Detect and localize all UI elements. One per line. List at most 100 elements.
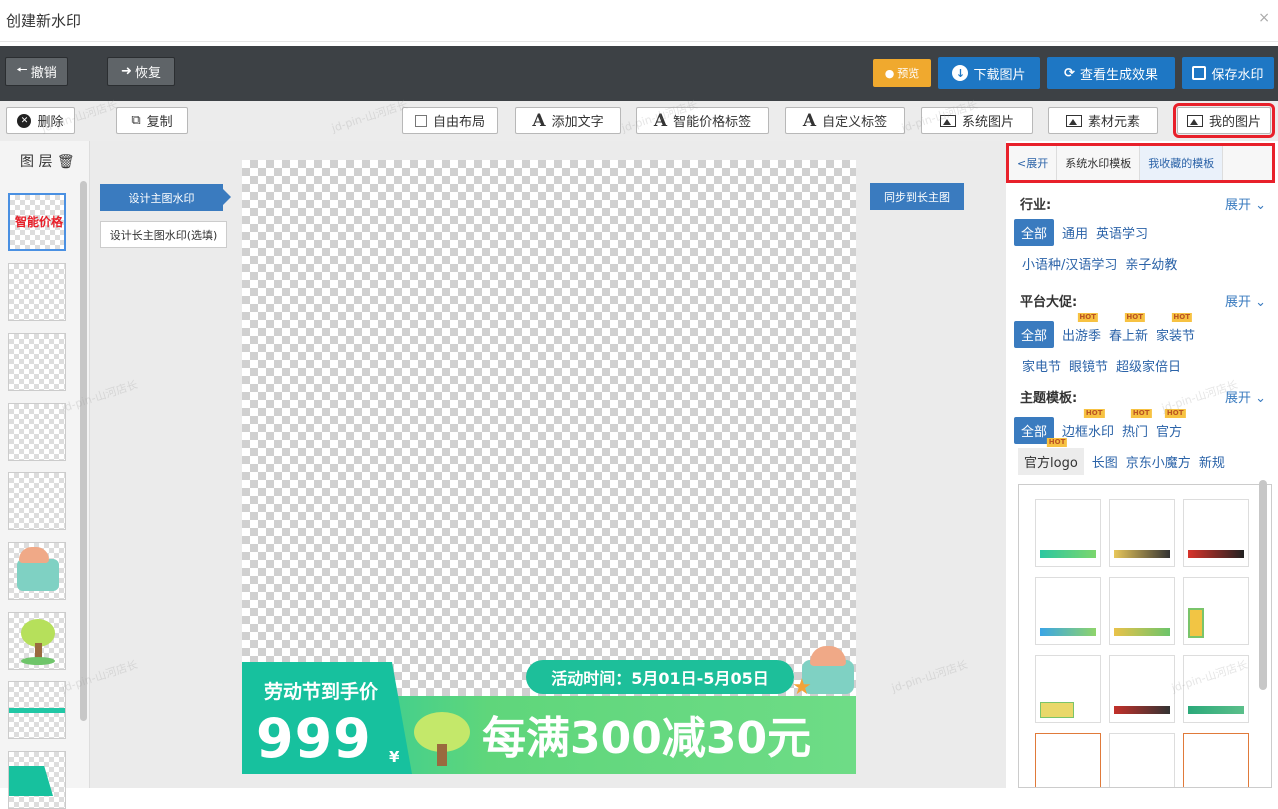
hot-badge: HOT bbox=[1171, 313, 1193, 322]
trash-icon[interactable]: 🗑 bbox=[57, 154, 75, 170]
tree-base bbox=[21, 657, 55, 665]
tag-super-home[interactable]: 超级家倍日 bbox=[1116, 354, 1181, 377]
hat-image bbox=[19, 547, 49, 563]
redo-button[interactable]: ➜ 恢复 bbox=[107, 57, 175, 86]
save-watermark-button[interactable]: 保存水印 bbox=[1182, 57, 1274, 89]
layer-thumb[interactable] bbox=[8, 751, 66, 809]
layers-scrollbar[interactable] bbox=[80, 181, 87, 721]
tag-new-rules[interactable]: 新规 bbox=[1199, 450, 1225, 473]
tab-system-templates[interactable]: 系统水印模板 bbox=[1057, 146, 1141, 180]
system-image-button[interactable]: 系统图片 bbox=[921, 107, 1033, 134]
template-card[interactable] bbox=[1035, 655, 1101, 723]
industry-title: 行业: bbox=[1020, 198, 1052, 213]
tag-early-education[interactable]: 亲子幼教 bbox=[1125, 252, 1177, 275]
promo-tags-row: 全部 出游季 HOT 春上新 HOT 家装节 HOT bbox=[1014, 313, 1195, 348]
tag-spring-label: 春上新 bbox=[1109, 329, 1149, 344]
tag-long-image[interactable]: 长图 bbox=[1092, 450, 1118, 473]
tag-official-logo-label: 官方logo bbox=[1024, 456, 1078, 471]
theme-expand-link[interactable]: 展开 ⌄ bbox=[1225, 387, 1266, 406]
sync-long-image-button[interactable]: 同步到长主图 bbox=[870, 183, 964, 210]
hot-badge: HOT bbox=[1077, 313, 1098, 322]
preview-button[interactable]: ● 预览 bbox=[873, 59, 931, 87]
layer-thumb[interactable] bbox=[8, 542, 66, 600]
tag-minor-language[interactable]: 小语种/汉语学习 bbox=[1022, 252, 1117, 275]
tag-english[interactable]: 英语学习 bbox=[1096, 221, 1148, 244]
design-main-watermark-button[interactable]: 设计主图水印 bbox=[100, 184, 231, 211]
my-image-button[interactable]: 我的图片 bbox=[1173, 103, 1275, 138]
template-strip bbox=[1114, 550, 1170, 558]
text-a-icon: A bbox=[653, 110, 668, 131]
tag-glasses[interactable]: 眼镜节 bbox=[1069, 354, 1108, 377]
promo-expand-link[interactable]: 展开 ⌄ bbox=[1225, 291, 1266, 310]
tab-favorite-templates[interactable]: 我收藏的模板 bbox=[1140, 146, 1224, 180]
layer-thumb[interactable] bbox=[8, 403, 66, 461]
tag-official[interactable]: 官方 HOT bbox=[1156, 409, 1186, 442]
smart-price-tag-button[interactable]: A 智能价格标签 bbox=[636, 107, 769, 134]
expand-label: 展开 bbox=[1224, 295, 1251, 310]
dialog-title: 创建新水印 bbox=[6, 12, 82, 30]
tree-trunk bbox=[437, 744, 447, 766]
template-card[interactable] bbox=[1109, 499, 1175, 567]
layer-thumb[interactable]: 智能价格 bbox=[8, 193, 66, 251]
save-icon bbox=[1192, 66, 1207, 80]
industry-expand-link[interactable]: 展开 ⌄ bbox=[1225, 194, 1266, 213]
template-card[interactable] bbox=[1109, 655, 1175, 723]
tag-appliance[interactable]: 家电节 bbox=[1022, 354, 1061, 377]
theme-section-title: 主题模板: bbox=[1020, 391, 1078, 406]
eye-icon: ● bbox=[884, 66, 895, 80]
template-card[interactable] bbox=[1035, 577, 1101, 645]
layer-thumb[interactable] bbox=[8, 612, 66, 670]
green-strip bbox=[9, 708, 65, 713]
layer-thumb[interactable] bbox=[8, 681, 66, 739]
free-layout-checkbox[interactable]: 自由布局 bbox=[402, 107, 498, 134]
image-icon bbox=[1065, 114, 1082, 127]
promo-price: 999 bbox=[256, 707, 372, 770]
hot-badge: HOT bbox=[1164, 409, 1186, 418]
tag-all[interactable]: 全部 bbox=[1014, 219, 1055, 246]
promo-tags-row-2: 家电节 眼镜节 超级家倍日 bbox=[1022, 354, 1181, 377]
copy-icon: ⧉ bbox=[131, 113, 141, 128]
template-card[interactable] bbox=[1183, 577, 1249, 645]
tag-jd-cube[interactable]: 京东小魔方 bbox=[1126, 450, 1191, 473]
download-button[interactable]: ↓ 下载图片 bbox=[938, 57, 1040, 89]
copy-button[interactable]: ⧉ 复制 bbox=[116, 107, 188, 134]
layer-thumb[interactable] bbox=[8, 333, 66, 391]
template-scrollbar[interactable] bbox=[1259, 480, 1267, 690]
industry-tags-row-2: 小语种/汉语学习 亲子幼教 bbox=[1022, 252, 1177, 275]
tag-travel-label: 出游季 bbox=[1062, 329, 1102, 344]
template-card[interactable] bbox=[1109, 577, 1175, 645]
undo-arrow-icon: 🠔 bbox=[16, 62, 28, 78]
view-result-button[interactable]: ⟳ 查看生成效果 bbox=[1047, 57, 1175, 89]
template-card[interactable] bbox=[1183, 655, 1249, 723]
design-canvas[interactable]: 劳动节到手价 999 ¥ 每满300减30元 活动时间：5月01日-5月05日 … bbox=[242, 160, 856, 774]
text-a-icon: A bbox=[532, 110, 546, 131]
tag-all[interactable]: 全部 bbox=[1014, 321, 1055, 348]
tag-general[interactable]: 通用 bbox=[1062, 221, 1088, 244]
template-card[interactable] bbox=[1109, 733, 1175, 787]
tag-official-logo[interactable]: 官方logo HOT bbox=[1018, 438, 1084, 475]
material-element-button[interactable]: 素材元素 bbox=[1048, 107, 1158, 134]
template-card[interactable] bbox=[1035, 733, 1101, 787]
add-text-button[interactable]: A 添加文字 bbox=[515, 107, 621, 134]
delete-button[interactable]: ✕ 删除 bbox=[6, 107, 75, 134]
tag-home[interactable]: 家装节 HOT bbox=[1156, 313, 1195, 346]
tab-expand[interactable]: <展开 bbox=[1009, 146, 1058, 180]
layer-thumb[interactable] bbox=[8, 263, 66, 321]
template-card[interactable] bbox=[1183, 499, 1249, 567]
template-card[interactable] bbox=[1183, 733, 1249, 787]
undo-button[interactable]: 🠔 撤销 bbox=[5, 57, 68, 86]
expand-label: 展开 bbox=[1224, 198, 1251, 213]
my-image-label: 我的图片 bbox=[1208, 115, 1261, 130]
tag-border[interactable]: 边框水印 HOT bbox=[1062, 409, 1114, 442]
tag-spring[interactable]: 春上新 HOT bbox=[1109, 313, 1149, 346]
design-long-watermark-button[interactable]: 设计长主图水印(选填) bbox=[100, 221, 227, 248]
delete-label: 删除 bbox=[37, 115, 64, 130]
smart-price-label: 智能价格标签 bbox=[673, 115, 752, 130]
tag-travel[interactable]: 出游季 HOT bbox=[1062, 313, 1102, 346]
tag-popular[interactable]: 热门 HOT bbox=[1122, 409, 1152, 442]
custom-label-button[interactable]: A 自定义标签 bbox=[785, 107, 905, 134]
close-icon[interactable]: × bbox=[1258, 10, 1270, 26]
template-card[interactable] bbox=[1035, 499, 1101, 567]
layer-thumb[interactable] bbox=[8, 472, 66, 530]
redo-label: 恢复 bbox=[134, 66, 161, 81]
